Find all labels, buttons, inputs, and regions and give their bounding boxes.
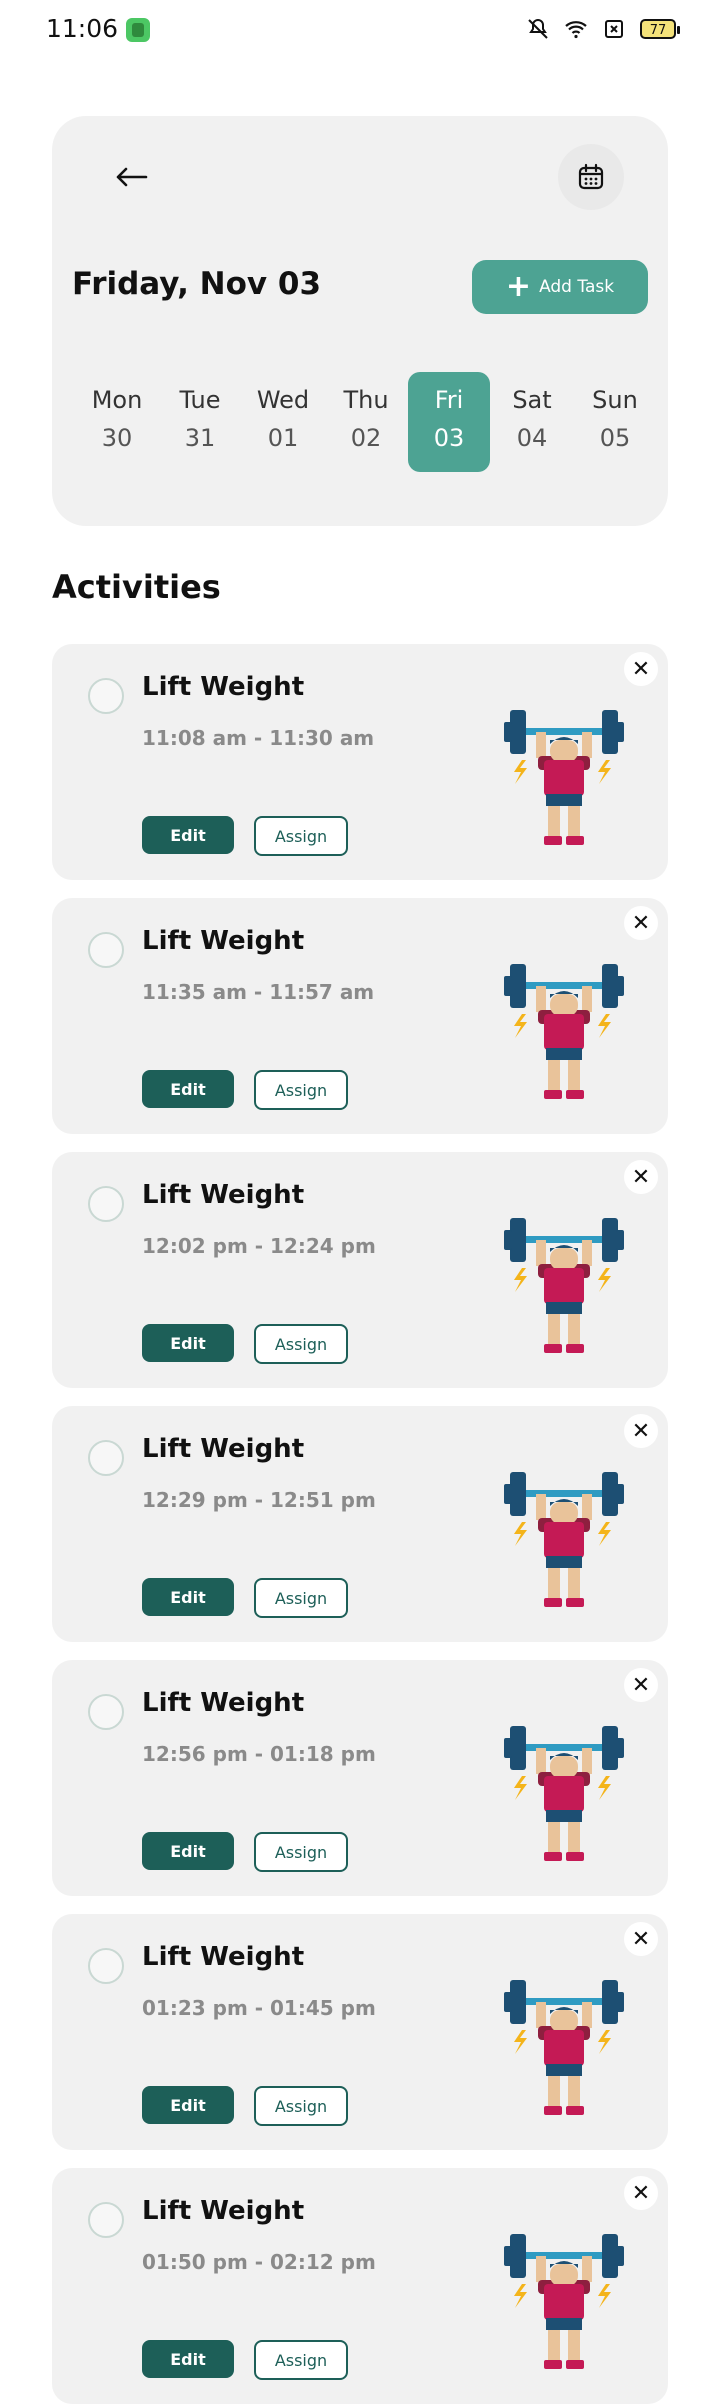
day-date: 02 [350,424,382,452]
activity-time: 12:29 pm - 12:51 pm [142,1488,376,1512]
activity-title: Lift Weight [142,1688,305,1718]
edit-button[interactable]: Edit [142,2086,234,2124]
assign-button[interactable]: Assign [254,1070,348,1110]
complete-radio[interactable] [88,1186,124,1222]
activity-title: Lift Weight [142,2196,305,2226]
assign-button[interactable]: Assign [254,2340,348,2380]
day-name: Fri [434,386,464,414]
day-thu[interactable]: Thu 02 [325,372,407,472]
day-name: Mon [91,386,143,414]
weightlifter-illustration [504,710,624,845]
weightlifter-illustration [504,964,624,1099]
activity-time: 12:56 pm - 01:18 pm [142,1742,376,1766]
day-mon[interactable]: Mon 30 [76,372,158,472]
complete-radio[interactable] [88,932,124,968]
weightlifter-illustration [504,1218,624,1353]
complete-radio[interactable] [88,1440,124,1476]
week-day-selector: Mon 30 Tue 31 Wed 01 Thu 02 Fri 03 Sat 04 Sun … [76,372,646,472]
day-date: 03 [433,424,465,452]
status-icons: 77 [526,17,680,41]
activity-time: 12:02 pm - 12:24 pm [142,1234,376,1258]
calendar-button[interactable] [558,144,624,210]
day-fri[interactable]: Fri 03 [408,372,490,472]
day-name: Sun [592,386,638,414]
day-date: 31 [184,424,216,452]
activity-time: 01:50 pm - 02:12 pm [142,2250,376,2274]
close-icon[interactable]: ✕ [624,906,658,940]
activity-title: Lift Weight [142,1942,305,1972]
weightlifter-illustration [504,1472,624,1607]
plus-icon: + [505,269,532,304]
day-sun[interactable]: Sun 05 [574,372,656,472]
wifi-icon [565,21,587,39]
activity-card[interactable]: Lift Weight 12:02 pm - 12:24 pm Edit Ass… [52,1152,668,1388]
mute-icon [528,18,548,39]
activity-card[interactable]: Lift Weight 01:50 pm - 02:12 pm Edit Ass… [52,2168,668,2404]
edit-button[interactable]: Edit [142,1832,234,1870]
weightlifter-illustration [504,1980,624,2115]
status-time: 11:06 [46,14,119,43]
activity-title: Lift Weight [142,926,305,956]
complete-radio[interactable] [88,1948,124,1984]
close-icon[interactable]: ✕ [624,1922,658,1956]
sim-error-icon [605,20,623,38]
add-task-button[interactable]: + Add Task [472,260,648,314]
edit-button[interactable]: Edit [142,1070,234,1108]
activity-title: Lift Weight [142,672,305,702]
battery-icon: 77 [640,19,680,39]
day-sat[interactable]: Sat 04 [491,372,573,472]
app-notification-icon [126,18,150,42]
activity-card[interactable]: Lift Weight 01:23 pm - 01:45 pm Edit Ass… [52,1914,668,2150]
activity-card[interactable]: Lift Weight 12:29 pm - 12:51 pm Edit Ass… [52,1406,668,1642]
date-header-card: Friday, Nov 03 + Add Task Mon 30 Tue 31 We… [52,116,668,526]
assign-button[interactable]: Assign [254,1578,348,1618]
activities-heading: Activities [52,568,221,606]
close-icon[interactable]: ✕ [624,1668,658,1702]
assign-button[interactable]: Assign [254,816,348,856]
status-bar: 11:06 77 [0,0,720,64]
edit-button[interactable]: Edit [142,1578,234,1616]
weightlifter-illustration [504,1726,624,1861]
close-icon[interactable]: ✕ [624,2176,658,2210]
activity-time: 11:08 am - 11:30 am [142,726,375,750]
activity-card[interactable]: Lift Weight 12:56 pm - 01:18 pm Edit Ass… [52,1660,668,1896]
weightlifter-illustration [504,2234,624,2369]
activity-title: Lift Weight [142,1180,305,1210]
day-name: Thu [343,386,389,414]
complete-radio[interactable] [88,2202,124,2238]
close-icon[interactable]: ✕ [624,1414,658,1448]
day-name: Sat [512,386,552,414]
day-date: 01 [267,424,299,452]
activity-title: Lift Weight [142,1434,305,1464]
complete-radio[interactable] [88,1694,124,1730]
day-date: 04 [516,424,548,452]
assign-button[interactable]: Assign [254,2086,348,2126]
edit-button[interactable]: Edit [142,1324,234,1362]
day-date: 30 [101,424,133,452]
day-date: 05 [599,424,631,452]
complete-radio[interactable] [88,678,124,714]
close-icon[interactable]: ✕ [624,652,658,686]
activity-time: 01:23 pm - 01:45 pm [142,1996,376,2020]
day-name: Wed [256,386,310,414]
assign-button[interactable]: Assign [254,1324,348,1364]
edit-button[interactable]: Edit [142,816,234,854]
calendar-icon [578,163,604,190]
edit-button[interactable]: Edit [142,2340,234,2378]
activity-card[interactable]: Lift Weight 11:35 am - 11:57 am Edit Ass… [52,898,668,1134]
activity-time: 11:35 am - 11:57 am [142,980,375,1004]
add-task-label: Add Task [539,277,615,297]
back-arrow-icon[interactable] [106,152,156,202]
assign-button[interactable]: Assign [254,1832,348,1872]
selected-date-title: Friday, Nov 03 [72,266,322,302]
day-wed[interactable]: Wed 01 [242,372,324,472]
day-tue[interactable]: Tue 31 [159,372,241,472]
close-icon[interactable]: ✕ [624,1160,658,1194]
day-name: Tue [179,386,221,414]
activity-card[interactable]: Lift Weight 11:08 am - 11:30 am Edit Ass… [52,644,668,880]
